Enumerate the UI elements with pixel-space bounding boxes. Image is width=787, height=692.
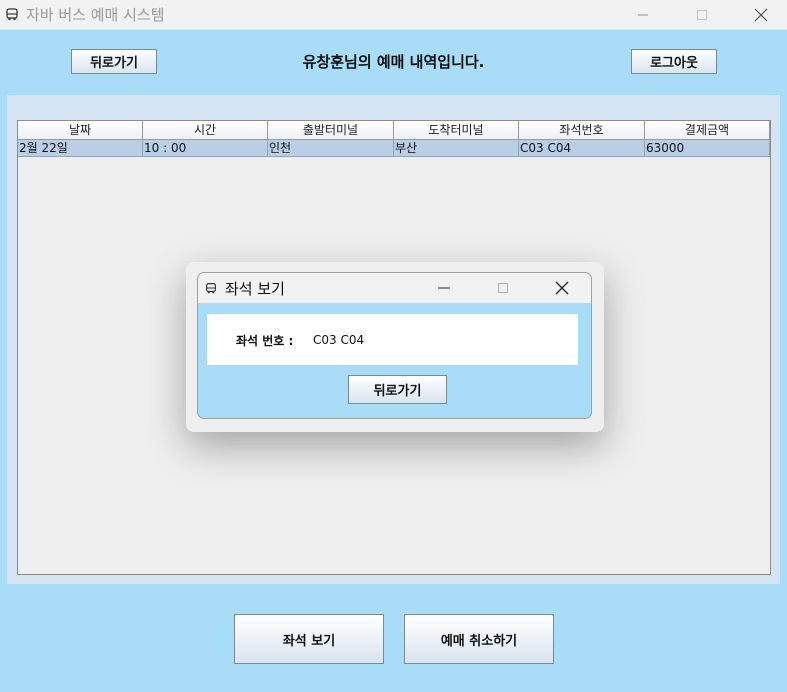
minimize-icon [438,287,450,289]
cancel-reservation-button[interactable]: 예매 취소하기 [404,614,554,664]
maximize-icon [498,283,508,293]
close-icon [754,8,768,21]
close-button[interactable] [738,0,784,29]
bus-icon [206,283,216,294]
column-header-departure[interactable]: 출발터미널 [268,121,394,140]
close-icon [555,281,569,295]
dialog-titlebar: 좌석 보기 [198,273,591,303]
column-header-time[interactable]: 시간 [143,121,268,140]
column-header-arrival[interactable]: 도착터미널 [394,121,519,140]
seat-number-label: 좌석 번호 : [236,334,294,348]
dialog-minimize-button[interactable] [424,273,464,303]
bus-icon [6,8,18,21]
logout-button[interactable]: 로그아웃 [631,49,717,74]
seat-dialog: 좌석 보기 좌석 번호 : C03 C04 뒤로가기 [197,272,592,419]
window-title: 자바 버스 예매 시스템 [26,6,165,24]
column-header-payment[interactable]: 결제금액 [645,121,770,140]
minimize-icon [638,14,648,15]
cell-departure: 인천 [268,140,394,157]
column-header-date[interactable]: 날짜 [18,121,143,140]
cell-arrival: 부산 [394,140,519,157]
window-titlebar: 자바 버스 예매 시스템 [0,0,787,30]
view-seat-button[interactable]: 좌석 보기 [234,614,384,664]
cell-time: 10 : 00 [143,140,268,157]
dialog-maximize-button[interactable] [483,273,523,303]
table-row[interactable]: 2월 22일 10 : 00 인천 부산 C03 C04 63000 [18,140,770,157]
seat-info-panel: 좌석 번호 : C03 C04 [207,314,578,365]
maximize-button[interactable] [679,0,725,29]
dialog-back-button[interactable]: 뒤로가기 [348,375,447,404]
cell-seat: C03 C04 [519,140,645,157]
seat-number-value: C03 C04 [313,333,365,347]
cell-date: 2월 22일 [18,140,143,157]
column-header-seat[interactable]: 좌석번호 [519,121,645,140]
dialog-close-button[interactable] [542,273,582,303]
minimize-button[interactable] [620,0,666,29]
cell-payment: 63000 [645,140,770,157]
table-header: 날짜 시간 출발터미널 도착터미널 좌석번호 결제금액 [18,121,770,140]
maximize-icon [697,9,707,20]
dialog-title: 좌석 보기 [225,280,285,298]
